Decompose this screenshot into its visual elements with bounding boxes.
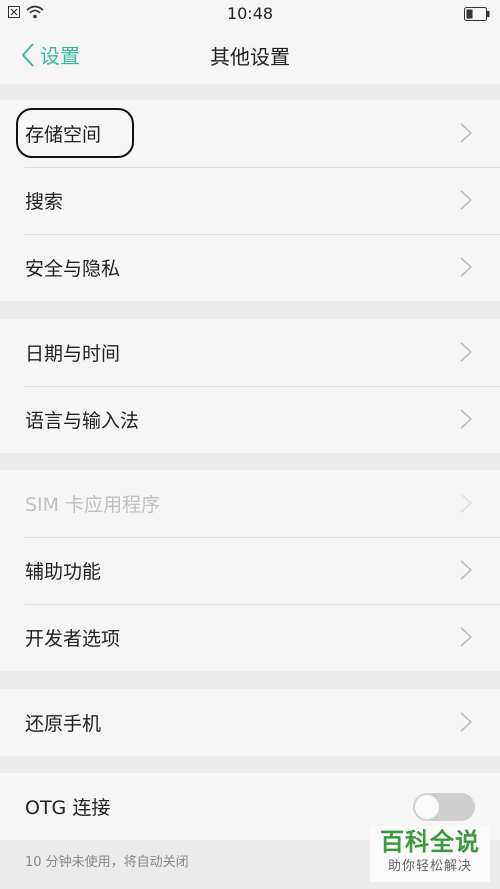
status-time: 10:48 — [226, 4, 274, 23]
highlight-circle — [16, 108, 134, 158]
settings-group-2: 日期与时间 语言与输入法 — [0, 319, 500, 453]
chevron-right-icon — [460, 409, 472, 429]
row-label: 语言与输入法 — [25, 410, 140, 432]
watermark-logo: 百科全说 助你轻松解决 — [370, 826, 490, 882]
settings-group-4: 还原手机 — [0, 689, 500, 756]
row-search[interactable]: 搜索 — [0, 167, 500, 234]
row-reset-phone[interactable]: 还原手机 — [0, 689, 500, 756]
row-label: 安全与隐私 — [25, 258, 121, 280]
row-language-input[interactable]: 语言与输入法 — [0, 386, 500, 453]
row-date-time[interactable]: 日期与时间 — [0, 319, 500, 386]
otg-toggle[interactable] — [413, 793, 475, 821]
chevron-right-icon — [460, 342, 472, 362]
row-label: 搜索 — [25, 191, 64, 213]
chevron-right-icon — [460, 190, 472, 210]
row-label: SIM 卡应用程序 — [25, 494, 161, 516]
settings-group-3: SIM 卡应用程序 辅助功能 开发者选项 — [0, 470, 500, 671]
row-accessibility[interactable]: 辅助功能 — [0, 537, 500, 604]
row-label: 日期与时间 — [25, 343, 121, 365]
chevron-right-icon — [460, 493, 472, 513]
row-label: 开发者选项 — [25, 628, 121, 650]
row-label: 辅助功能 — [25, 561, 102, 583]
row-sim-apps: SIM 卡应用程序 — [0, 470, 500, 537]
row-developer-options[interactable]: 开发者选项 — [0, 604, 500, 671]
otg-hint: 10 分钟未使用，将自动关闭 — [25, 855, 189, 870]
status-bar: 10:48 — [0, 0, 500, 28]
row-label: 还原手机 — [25, 713, 102, 735]
nav-bar: 设置 其他设置 — [0, 28, 500, 84]
chevron-right-icon — [460, 123, 472, 143]
chevron-right-icon — [460, 627, 472, 647]
chevron-right-icon — [460, 712, 472, 732]
page-title: 其他设置 — [210, 45, 290, 69]
chevron-right-icon — [460, 257, 472, 277]
row-security-privacy[interactable]: 安全与隐私 — [0, 234, 500, 301]
toggle-knob — [415, 795, 439, 819]
watermark-title: 百科全说 — [380, 828, 480, 856]
chevron-right-icon — [460, 560, 472, 580]
battery-icon — [464, 6, 490, 25]
watermark-subtitle: 助你轻松解决 — [387, 859, 472, 874]
row-label: OTG 连接 — [25, 797, 111, 819]
